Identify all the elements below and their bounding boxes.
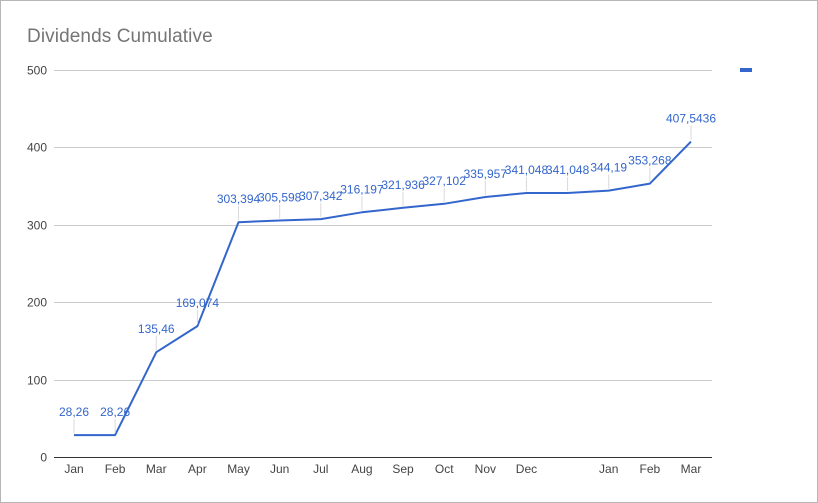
x-tick-label: Oct bbox=[435, 462, 454, 476]
x-tick-label: May bbox=[227, 462, 250, 476]
x-tick-label: Jan bbox=[64, 462, 83, 476]
legend-swatch[interactable] bbox=[740, 68, 752, 72]
data-label: 321,936 bbox=[381, 178, 425, 192]
x-tick-label: Mar bbox=[681, 462, 702, 476]
data-label: 303,394 bbox=[217, 192, 261, 206]
x-tick-label: Jun bbox=[270, 462, 289, 476]
data-label: 353,268 bbox=[628, 154, 672, 168]
x-axis-ticks: Jan Feb Mar Apr May Jun Jul Aug Sep Oct Nov Dec Jan F… bbox=[64, 462, 701, 476]
data-label: 407,5436 bbox=[666, 112, 716, 126]
data-label: 28,26 bbox=[59, 405, 89, 419]
data-label: 169,074 bbox=[176, 296, 220, 310]
y-tick-label: 0 bbox=[40, 451, 47, 465]
data-label: 135,46 bbox=[138, 322, 175, 336]
x-tick-label: Feb bbox=[640, 462, 661, 476]
x-tick-label: Sep bbox=[392, 462, 414, 476]
data-label: 305,598 bbox=[258, 190, 302, 204]
y-tick-label: 100 bbox=[27, 374, 47, 388]
x-tick-label: Dec bbox=[516, 462, 537, 476]
data-label: 344,19 bbox=[590, 161, 627, 175]
x-tick-label: Mar bbox=[146, 462, 167, 476]
data-label: 28,26 bbox=[100, 405, 130, 419]
x-tick-label: Nov bbox=[475, 462, 496, 476]
x-tick-label: Aug bbox=[351, 462, 372, 476]
x-tick-label: Jul bbox=[313, 462, 328, 476]
y-tick-label: 200 bbox=[27, 296, 47, 310]
data-label: 341,048 bbox=[505, 163, 549, 177]
legend[interactable] bbox=[740, 68, 752, 72]
y-tick-label: 300 bbox=[27, 219, 47, 233]
y-tick-label: 500 bbox=[27, 64, 47, 78]
data-label: 327,102 bbox=[423, 174, 467, 188]
data-label: 341,048 bbox=[546, 163, 590, 177]
x-tick-label: Apr bbox=[188, 462, 207, 476]
data-label: 307,342 bbox=[299, 189, 343, 203]
y-axis-ticks: 0 100 200 300 400 500 bbox=[27, 64, 47, 465]
data-label: 316,197 bbox=[340, 182, 384, 196]
x-tick-label: Feb bbox=[105, 462, 126, 476]
data-labels: 28,26 28,26 135,46169,074 303,394305,598307… bbox=[59, 112, 716, 434]
y-tick-label: 400 bbox=[27, 141, 47, 155]
gridlines bbox=[54, 70, 712, 458]
x-tick-label: Jan bbox=[599, 462, 618, 476]
line-chart: 0 100 200 300 400 500 Jan Feb Mar Apr May Jun Jul Au… bbox=[27, 64, 752, 476]
data-label: 335,957 bbox=[464, 167, 508, 181]
